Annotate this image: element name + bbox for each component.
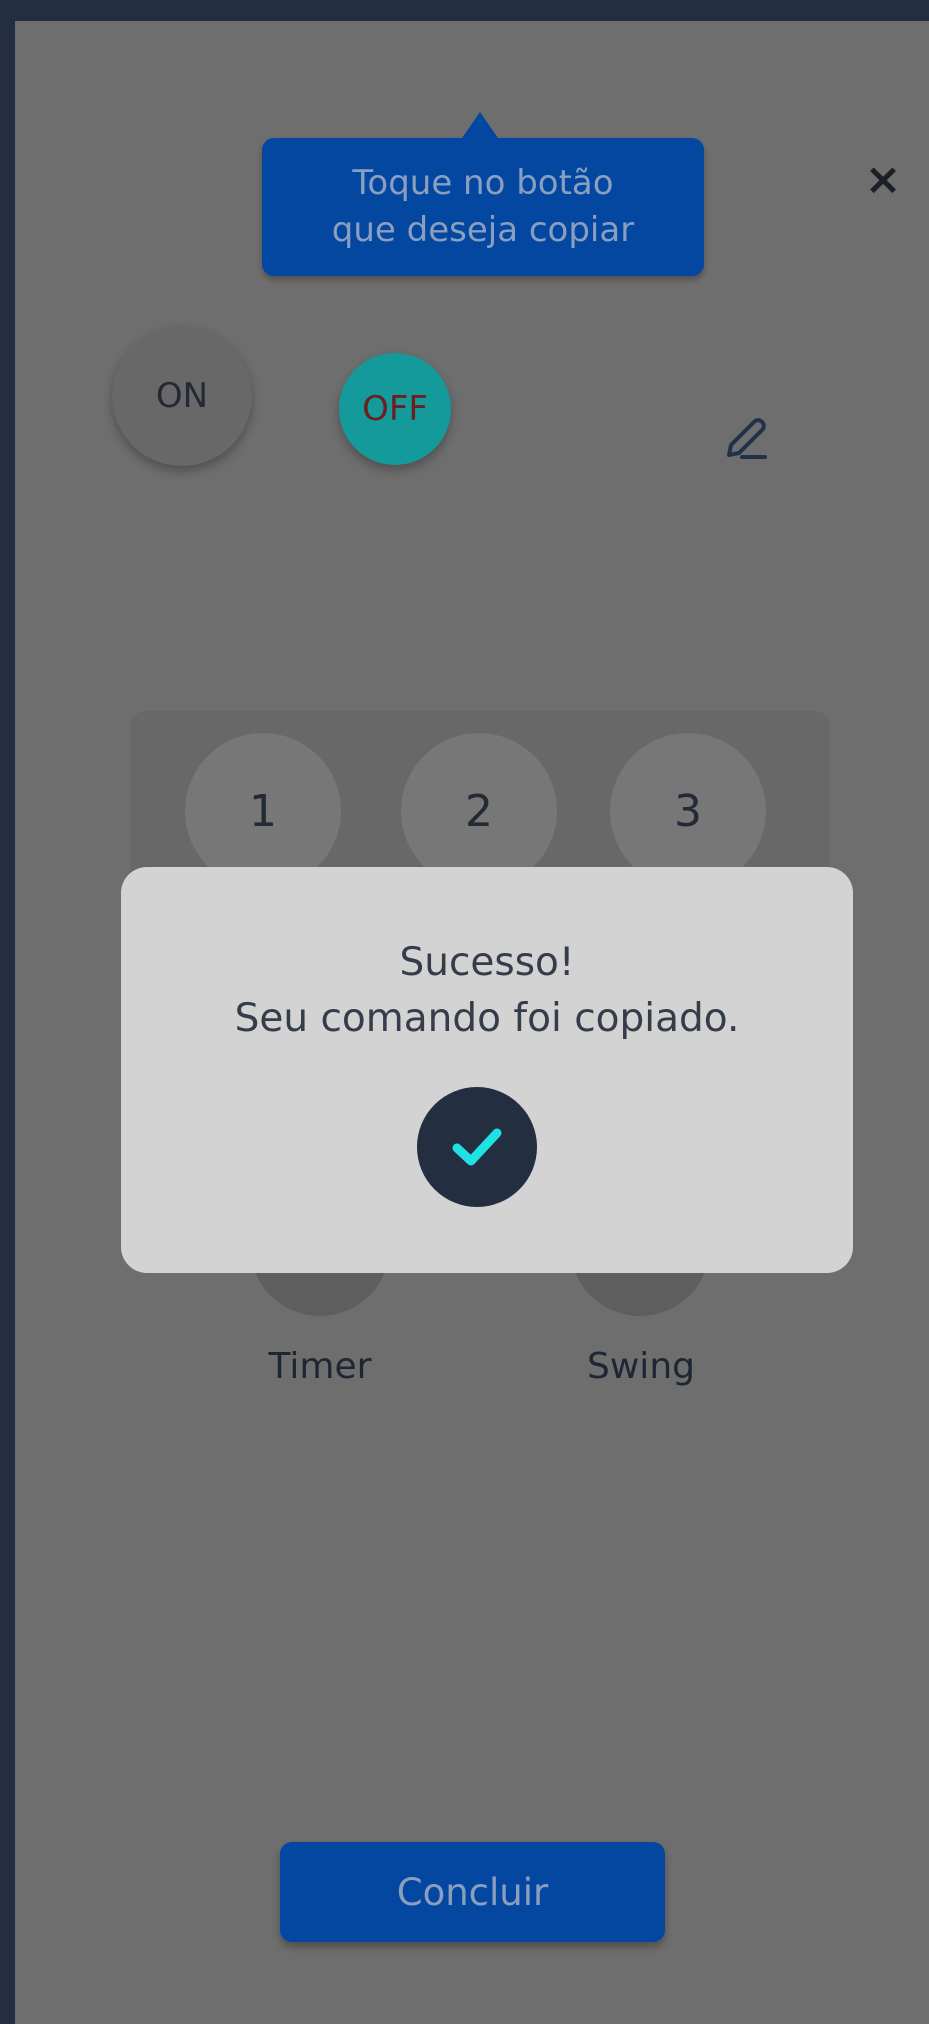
number-label: 2 (465, 785, 493, 837)
number-button-1[interactable]: 1 (185, 733, 341, 889)
success-badge (417, 1087, 537, 1207)
concluir-label: Concluir (396, 1870, 549, 1914)
power-off-button[interactable]: OFF (339, 353, 451, 465)
success-dialog: Sucesso! Seu comando foi copiado. (121, 867, 853, 1273)
close-button[interactable]: × (848, 145, 918, 215)
number-button-3[interactable]: 3 (610, 733, 766, 889)
close-icon: × (864, 154, 902, 205)
edit-button[interactable] (715, 411, 775, 471)
dialog-title: Sucesso! (399, 940, 575, 985)
timer-label: Timer (268, 1346, 372, 1387)
number-label: 1 (249, 785, 277, 837)
concluir-button[interactable]: Concluir (280, 1842, 665, 1942)
dialog-message: Seu comando foi copiado. (234, 996, 740, 1041)
check-icon (452, 1128, 502, 1166)
power-on-button[interactable]: ON (112, 326, 252, 466)
power-on-label: ON (155, 376, 209, 416)
tooltip-text: Toque no botão que deseja copiar (331, 163, 635, 250)
swing-label: Swing (587, 1346, 695, 1387)
copy-hint-tooltip: Toque no botão que deseja copiar (262, 112, 704, 276)
number-label: 3 (674, 785, 702, 837)
power-off-label: OFF (362, 389, 428, 429)
overlay-screen: × Toque no botão que deseja copiar ON OF… (15, 21, 929, 2024)
pencil-icon (727, 418, 767, 459)
number-button-2[interactable]: 2 (401, 733, 557, 889)
